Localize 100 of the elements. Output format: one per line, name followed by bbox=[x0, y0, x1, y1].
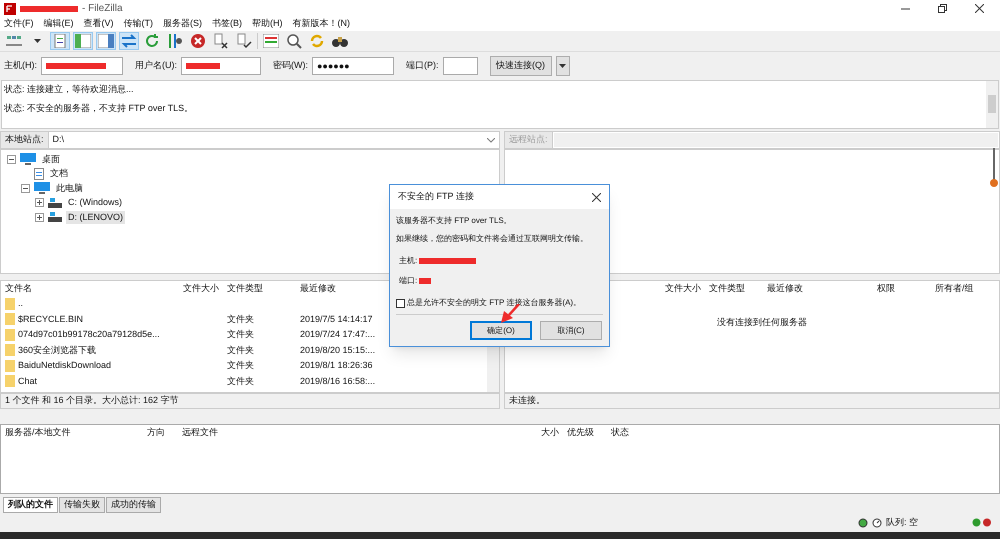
status-text: 未连接。 bbox=[509, 394, 545, 408]
file-name[interactable]: 074d97c01b99178c20a79128d5e... bbox=[18, 328, 160, 342]
document-icon bbox=[34, 168, 44, 180]
message-log-icon[interactable] bbox=[50, 32, 70, 50]
column-header[interactable]: 状态 bbox=[607, 426, 667, 440]
column-header[interactable]: 所有者/组 bbox=[931, 282, 991, 296]
table-cell-text: 文件夹 bbox=[226, 344, 255, 356]
log-line: 状态: 不安全的服务器，不支持 FTP over TLS。 bbox=[4, 102, 194, 114]
monitor-icon bbox=[34, 182, 50, 194]
queue-status: 队列: 空 bbox=[886, 516, 918, 529]
menu-item[interactable]: 传输(T) bbox=[124, 17, 153, 31]
file-name[interactable]: 360安全浏览器下载 bbox=[18, 344, 96, 357]
dialog-message: 该服务器不支持 FTP over TLS。 bbox=[396, 215, 513, 227]
local-tree-icon[interactable] bbox=[73, 32, 93, 50]
column-header[interactable]: 服务器/本地文件 bbox=[1, 426, 134, 440]
ok-button[interactable]: 确定(O) bbox=[470, 321, 532, 340]
monitor-icon bbox=[20, 153, 36, 166]
tree-item[interactable]: 此电脑 bbox=[54, 182, 85, 195]
folder-icon bbox=[5, 360, 15, 372]
speed-gauge-icon bbox=[872, 518, 882, 528]
column-header[interactable]: 文件大小 bbox=[655, 282, 705, 296]
file-name[interactable]: .. bbox=[18, 297, 24, 310]
window-title: - FileZilla bbox=[82, 2, 123, 16]
folder-icon bbox=[5, 328, 15, 341]
caret-icon bbox=[559, 64, 566, 68]
file-name[interactable]: $RECYCLE.BIN bbox=[18, 312, 84, 326]
host-field[interactable] bbox=[41, 57, 123, 75]
tree-item[interactable]: D: (LENOVO) bbox=[66, 210, 126, 224]
tree-item[interactable]: C: (Windows) bbox=[66, 196, 124, 210]
status-lights-icon bbox=[972, 518, 992, 527]
drive-icon bbox=[48, 198, 62, 208]
log-line: 状态: 连接建立，等待欢迎消息... bbox=[4, 83, 135, 96]
table-cell-text: 2019/7/5 14:14:17 bbox=[299, 312, 374, 326]
field-label: 用户名(U): bbox=[135, 59, 177, 72]
table-cell-text: 文件夹 bbox=[226, 374, 255, 388]
table-cell-text: 文件夹 bbox=[226, 328, 255, 341]
table-cell-text: 2019/8/20 15:15:... bbox=[299, 344, 376, 356]
table-cell-text: 2019/8/16 16:58:... bbox=[299, 374, 376, 388]
redaction-mark bbox=[46, 63, 106, 69]
menu-item[interactable]: 书签(B) bbox=[212, 17, 242, 31]
port-label: 端口: bbox=[399, 275, 418, 287]
port-field[interactable] bbox=[442, 57, 478, 75]
menu-item[interactable]: 编辑(E) bbox=[44, 17, 74, 31]
menu-item[interactable]: 文件(F) bbox=[4, 17, 34, 31]
table-cell-text: 2019/7/24 17:47:... bbox=[299, 328, 376, 341]
field-label: 主机(H): bbox=[4, 59, 37, 72]
queue-tab[interactable]: 成功的传输 bbox=[106, 497, 161, 513]
collapse-icon[interactable] bbox=[21, 184, 30, 193]
folder-icon bbox=[5, 344, 15, 356]
restore-icon[interactable] bbox=[938, 4, 947, 13]
transfer-queue-icon[interactable] bbox=[119, 32, 139, 50]
remote-tree-icon[interactable] bbox=[96, 32, 116, 50]
column-header[interactable]: 文件大小 bbox=[161, 282, 223, 296]
cancel-button[interactable]: 取消(C) bbox=[540, 321, 602, 340]
column-header[interactable]: 方向 bbox=[134, 426, 178, 440]
menu-item[interactable]: 帮助(H) bbox=[252, 17, 282, 31]
table-cell-text: 文件夹 bbox=[226, 359, 255, 372]
file-name[interactable]: Chat bbox=[18, 374, 38, 388]
field-label: 端口(P): bbox=[406, 59, 438, 72]
dialog-message: 如果继续，您的密码和文件将会通过互联网明文传输。 bbox=[396, 233, 589, 245]
queue-tab[interactable]: 传输失败 bbox=[59, 497, 105, 513]
tree-item[interactable]: 桌面 bbox=[40, 152, 62, 166]
menu-item[interactable]: 查看(V) bbox=[84, 17, 114, 31]
expand-icon[interactable] bbox=[35, 198, 44, 208]
username-field[interactable] bbox=[181, 57, 261, 75]
file-name[interactable]: BaiduNetdiskDownload bbox=[18, 359, 112, 372]
column-header[interactable]: 文件名 bbox=[1, 282, 161, 296]
menu-item[interactable]: 有新版本！(N) bbox=[292, 17, 350, 31]
column-header[interactable]: 最近修改 bbox=[296, 282, 386, 296]
column-header[interactable]: 文件类型 bbox=[223, 282, 296, 296]
directory-compare-icon[interactable] bbox=[261, 32, 281, 50]
thermometer-icon bbox=[990, 148, 998, 188]
folder-icon bbox=[5, 313, 15, 326]
cancel-icon[interactable] bbox=[188, 32, 208, 50]
column-header[interactable]: 最近修改 bbox=[763, 282, 873, 296]
tree-item[interactable]: 文档 bbox=[48, 167, 70, 180]
column-header[interactable]: 优先级 bbox=[563, 426, 607, 440]
redaction-mark bbox=[419, 278, 432, 284]
menu-item[interactable]: 服务器(S) bbox=[163, 17, 202, 31]
column-header[interactable]: 大小 bbox=[506, 426, 563, 440]
folder-icon bbox=[5, 298, 15, 310]
collapse-icon[interactable] bbox=[7, 154, 16, 164]
quickconnect-button[interactable]: 快速连接(Q) bbox=[490, 56, 552, 76]
dropdown-button[interactable] bbox=[556, 56, 570, 76]
redaction-mark bbox=[419, 258, 476, 264]
password-field[interactable]: ●●●●●● bbox=[312, 57, 394, 75]
redaction-mark bbox=[186, 63, 220, 69]
close-icon[interactable] bbox=[592, 192, 601, 202]
drive-icon bbox=[48, 212, 62, 222]
checkbox[interactable] bbox=[396, 298, 405, 308]
column-header[interactable]: 文件类型 bbox=[705, 282, 763, 296]
table-cell-text: 2019/8/1 18:26:36 bbox=[299, 359, 374, 372]
redaction-mark bbox=[20, 6, 78, 12]
column-header[interactable]: 权限 bbox=[873, 282, 931, 296]
queue-tab[interactable]: 列队的文件 bbox=[3, 497, 58, 513]
app-logo-icon bbox=[4, 2, 16, 14]
column-header[interactable]: 远程文件 bbox=[178, 426, 506, 440]
expand-icon[interactable] bbox=[35, 212, 44, 222]
host-label: 主机: bbox=[399, 255, 418, 267]
close-icon[interactable] bbox=[975, 4, 984, 13]
